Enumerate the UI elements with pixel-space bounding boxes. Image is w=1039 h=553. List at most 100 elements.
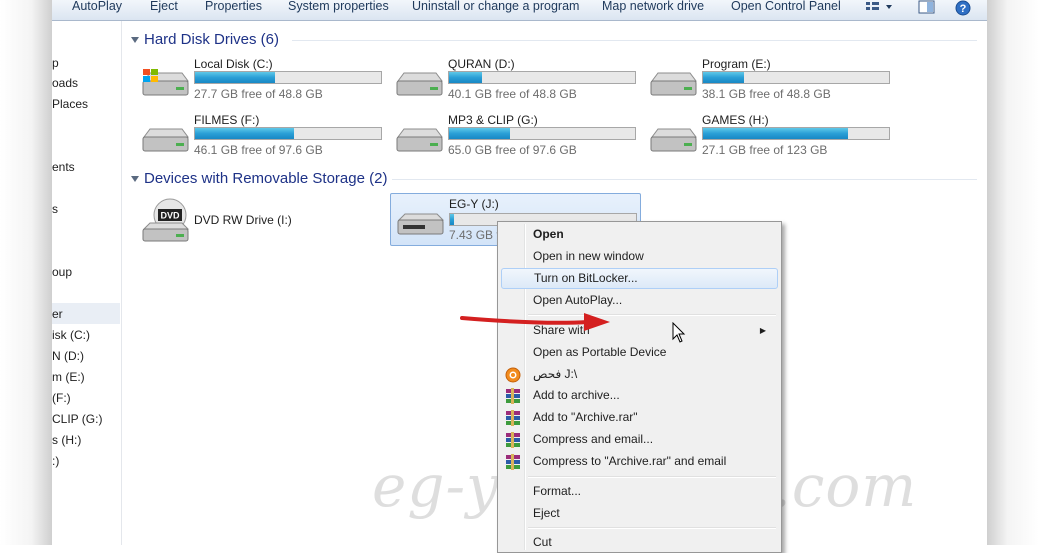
mouse-cursor-icon — [672, 322, 686, 343]
nav-item-videos[interactable]: s — [52, 199, 121, 219]
nav-item-desktop[interactable]: p — [52, 53, 121, 73]
hard-drive-icon — [142, 128, 189, 152]
hard-drive-icon — [650, 72, 697, 96]
nav-item-drive-h[interactable]: s (H:) — [52, 430, 121, 450]
eject-button[interactable]: Eject — [150, 0, 178, 16]
drive-free-space: 46.1 GB free of 97.6 GB — [194, 143, 323, 157]
drive-usage-bar — [702, 127, 890, 140]
uninstall-program-button[interactable]: Uninstall or change a program — [412, 0, 579, 16]
menu-item-label: Open as Portable Device — [533, 345, 667, 359]
drive-usage-bar — [194, 71, 382, 84]
drive-usage-fill — [703, 72, 744, 83]
menu-item-add-to-archive[interactable]: Add to archive... — [501, 385, 776, 406]
drive-usage-fill — [195, 72, 275, 83]
preview-pane-icon[interactable] — [918, 0, 936, 15]
dvd-icon-label: DVD — [160, 211, 180, 221]
system-properties-button[interactable]: System properties — [288, 0, 389, 16]
window-frame-left — [0, 0, 52, 545]
drive-free-space: 27.7 GB free of 48.8 GB — [194, 87, 323, 101]
nav-item-drive-c[interactable]: isk (C:) — [52, 325, 121, 345]
drive-usage-fill — [195, 128, 294, 139]
drive-name: DVD RW Drive (I:) — [194, 213, 292, 227]
nav-item-homegroup[interactable]: oup — [52, 262, 121, 282]
hard-drive-icon — [650, 128, 697, 152]
menu-separator — [528, 527, 776, 529]
nav-item-downloads[interactable]: oads — [52, 73, 121, 93]
drive-usage-fill — [449, 128, 511, 139]
menu-item-label: Format... — [533, 484, 582, 498]
nav-item-drive-g[interactable]: CLIP (G:) — [52, 409, 121, 429]
winrar-icon — [505, 432, 521, 448]
submenu-arrow-icon: ▶ — [759, 326, 766, 335]
nav-item-drive-e[interactable]: m (E:) — [52, 367, 121, 387]
autoplay-button[interactable]: AutoPlay — [72, 0, 122, 16]
context-menu: Open Open in new window Turn on BitLocke… — [497, 221, 782, 553]
winrar-icon — [505, 454, 521, 470]
hdd-group-title[interactable]: Hard Disk Drives (6) — [144, 31, 279, 48]
annotation-arrow-icon — [460, 313, 610, 331]
winrar-icon — [505, 410, 521, 426]
drive-free-space: 38.1 GB free of 48.8 GB — [702, 87, 831, 101]
drive-name: FILMES (F:) — [194, 113, 260, 127]
nav-item-drive-f[interactable]: (F:) — [52, 388, 121, 408]
drive-i-dvd[interactable]: DVD DVD RW Drive (I:) — [140, 197, 390, 249]
menu-item-label: Open in new window — [533, 249, 644, 263]
drive-h[interactable]: GAMES (H:) 27.1 GB free of 123 GB — [648, 113, 898, 165]
drive-name: Program (E:) — [702, 57, 771, 71]
nav-item-drive-i[interactable]: :) — [52, 451, 121, 471]
menu-item-label: Compress and email... — [533, 432, 654, 446]
drive-free-space: 27.1 GB free of 123 GB — [702, 143, 828, 157]
group-divider — [292, 40, 977, 41]
menu-item-compress-and-email[interactable]: Compress and email... — [501, 429, 776, 450]
hard-drive-icon — [142, 69, 189, 96]
menu-item-cut[interactable]: Cut — [501, 532, 776, 553]
nav-item-drive-d[interactable]: N (D:) — [52, 346, 121, 366]
drive-free-space: 40.1 GB free of 48.8 GB — [448, 87, 577, 101]
help-icon[interactable]: ? — [955, 0, 971, 16]
drive-usage-bar — [194, 127, 382, 140]
drive-usage-fill — [703, 128, 849, 139]
drive-d[interactable]: QURAN (D:) 40.1 GB free of 48.8 GB — [394, 57, 644, 109]
menu-item-open-portable-device[interactable]: Open as Portable Device — [501, 342, 776, 363]
open-control-panel-button[interactable]: Open Control Panel — [731, 0, 841, 16]
hard-drive-icon — [396, 128, 443, 152]
group-divider — [392, 179, 977, 180]
hard-drive-icon — [396, 72, 443, 96]
menu-item-label: Eject — [533, 506, 560, 520]
menu-item-label: Add to archive... — [533, 388, 620, 402]
menu-item-open[interactable]: Open — [501, 224, 776, 245]
menu-item-add-to-archive-rar[interactable]: Add to "Archive.rar" — [501, 407, 776, 428]
removable-group-title[interactable]: Devices with Removable Storage (2) — [144, 170, 387, 187]
drive-usage-fill — [450, 214, 454, 225]
menu-item-scan-antivirus[interactable]: فحص J:\ — [501, 364, 776, 385]
properties-button[interactable]: Properties — [205, 0, 262, 16]
views-icon[interactable] — [865, 0, 895, 15]
nav-item-computer[interactable]: er — [52, 304, 121, 324]
drive-free-space: 65.0 GB free of 97.6 GB — [448, 143, 577, 157]
winrar-icon — [505, 388, 521, 404]
menu-item-format[interactable]: Format... — [501, 481, 776, 502]
menu-item-label: Turn on BitLocker... — [534, 271, 638, 285]
menu-item-label: Add to "Archive.rar" — [533, 410, 638, 424]
drive-usage-bar — [702, 71, 890, 84]
navigation-pane: p oads Places ents s oup er isk (C:) N (… — [52, 21, 122, 545]
drive-usage-bar — [448, 127, 636, 140]
map-network-drive-button[interactable]: Map network drive — [602, 0, 704, 16]
drive-name: MP3 & CLIP (G:) — [448, 113, 538, 127]
menu-item-compress-archive-rar-email[interactable]: Compress to "Archive.rar" and email — [501, 451, 776, 472]
drive-g[interactable]: MP3 & CLIP (G:) 65.0 GB free of 97.6 GB — [394, 113, 644, 165]
svg-text:?: ? — [960, 3, 967, 15]
collapse-removable-icon[interactable] — [131, 176, 139, 182]
drive-name: Local Disk (C:) — [194, 57, 273, 71]
menu-item-turn-on-bitlocker[interactable]: Turn on BitLocker... — [501, 268, 778, 289]
drive-c[interactable]: Local Disk (C:) 27.7 GB free of 48.8 GB — [140, 57, 390, 109]
drive-e[interactable]: Program (E:) 38.1 GB free of 48.8 GB — [648, 57, 898, 109]
menu-item-eject[interactable]: Eject — [501, 503, 776, 524]
removable-drive-icon — [397, 213, 445, 235]
nav-item-recent-places[interactable]: Places — [52, 94, 121, 114]
menu-item-open-new-window[interactable]: Open in new window — [501, 246, 776, 267]
nav-item-documents[interactable]: ents — [52, 157, 121, 177]
drive-f[interactable]: FILMES (F:) 46.1 GB free of 97.6 GB — [140, 113, 390, 165]
window-frame-right — [987, 0, 1039, 545]
collapse-hdd-icon[interactable] — [131, 37, 139, 43]
